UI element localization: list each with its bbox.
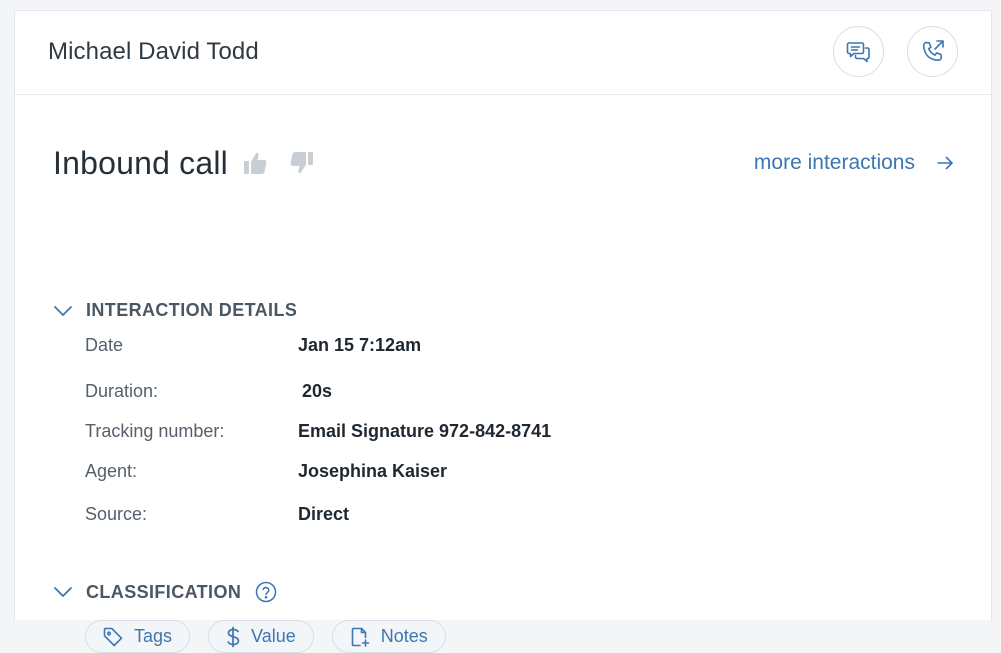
detail-value: Josephina Kaiser (298, 461, 448, 481)
detail-value: Email Signature 972-842-8741 (298, 421, 552, 441)
chevron-down-icon (54, 305, 72, 316)
notes-button[interactable]: Notes (331, 620, 446, 653)
interaction-details-toggle[interactable]: INTERACTION DETAILS (53, 300, 297, 321)
more-interactions-label: more interactions (753, 151, 915, 174)
detail-label: Agent: (85, 461, 138, 481)
detail-value: 20s (302, 381, 333, 401)
contact-card: Michael David Todd Inbound call more int… (14, 10, 992, 653)
classification-pills: Tags Value Notes (85, 620, 446, 653)
detail-label: Date (85, 335, 124, 355)
message-button[interactable] (833, 26, 884, 77)
dollar-icon (227, 626, 240, 647)
help-icon[interactable] (255, 581, 277, 603)
phone-outgoing-icon (922, 39, 944, 61)
more-interactions-link[interactable]: more interactions (754, 151, 953, 175)
card-header: Michael David Todd (15, 11, 991, 95)
tags-button[interactable]: Tags (85, 620, 191, 653)
detail-value: Jan 15 7:12am (298, 335, 422, 355)
interaction-title-row: Inbound call more interactions (53, 145, 953, 185)
value-label: Value (251, 626, 296, 646)
chevron-down-icon (54, 587, 72, 597)
arrow-right-icon (937, 156, 953, 170)
notes-label: Notes (380, 626, 428, 646)
classification-heading: CLASSIFICATION (86, 581, 242, 602)
thumbs-up-icon[interactable] (243, 149, 269, 177)
detail-label: Tracking number: (85, 421, 225, 441)
contact-name: Michael David Todd (48, 37, 259, 65)
call-button[interactable] (907, 26, 958, 77)
detail-label: Source: (85, 504, 148, 524)
interaction-title: Inbound call (53, 145, 228, 181)
interaction-details-heading: INTERACTION DETAILS (86, 300, 298, 320)
classification-toggle[interactable]: CLASSIFICATION (53, 581, 277, 603)
tag-icon (103, 627, 123, 646)
chat-icon (846, 41, 870, 62)
header-actions (833, 26, 958, 77)
value-button[interactable]: Value (208, 620, 314, 653)
detail-label: Duration: (85, 381, 159, 401)
tags-label: Tags (134, 626, 173, 646)
detail-value: Direct (298, 504, 350, 524)
thumbs-down-icon[interactable] (288, 149, 314, 177)
note-add-icon (351, 627, 370, 647)
